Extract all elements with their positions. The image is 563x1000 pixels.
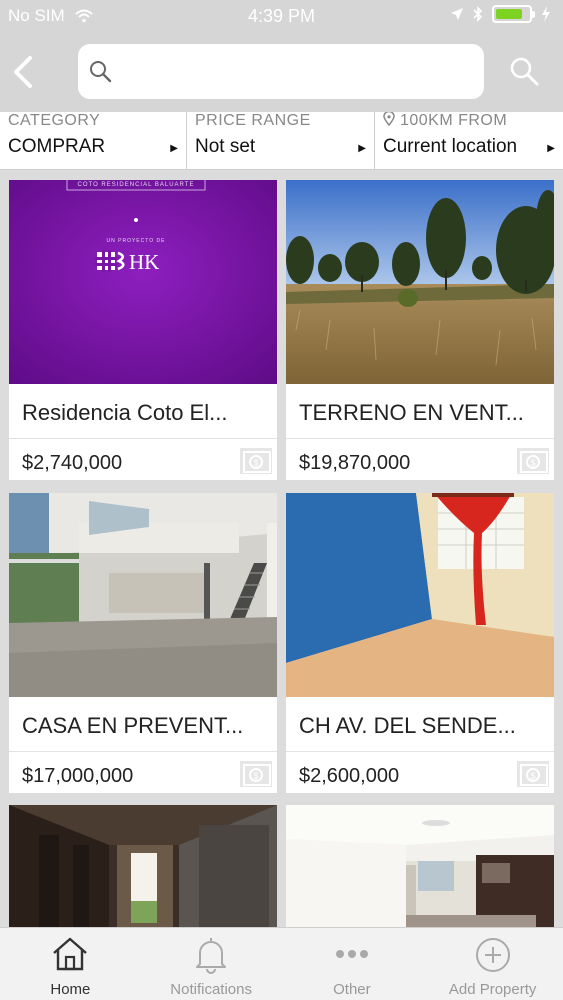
price-range-filter-label: PRICE RANGE: [195, 112, 311, 129]
search-input[interactable]: [122, 44, 472, 99]
distance-filter-label: 100KM FROM: [383, 110, 508, 130]
tab-other-label: Other: [333, 981, 371, 998]
listing-card[interactable]: [286, 805, 554, 927]
category-filter-value: COMPRAR: [8, 136, 106, 157]
distance-filter-value: Current location: [383, 136, 518, 157]
distance-filter-label-text: 100KM FROM: [399, 112, 508, 129]
listing-photo: [9, 493, 277, 697]
listing-price: $19,870,000: [299, 452, 411, 474]
add-circle-icon: [475, 938, 510, 972]
brand-logo-icon: [95, 250, 125, 272]
divider: [9, 438, 277, 439]
battery-icon: [492, 5, 535, 23]
listing-photo: [286, 805, 554, 927]
location-pin-icon: [383, 110, 395, 127]
listing-card[interactable]: CASA EN PREVENT... $17,000,000 $: [9, 493, 277, 793]
tab-add-property-label: Add Property: [448, 981, 537, 998]
listing-photo: [286, 493, 554, 697]
svg-text:$: $: [530, 458, 535, 468]
listing-card[interactable]: TERRENO EN VENT... $19,870,000 $: [286, 180, 554, 480]
svg-text:$: $: [530, 771, 535, 781]
tab-add-property[interactable]: Add Property: [422, 928, 563, 1000]
listing-photo: [9, 805, 277, 927]
svg-text:$: $: [253, 771, 258, 781]
promo-small-text: UN PROYECTO DE: [107, 238, 166, 244]
promo-top-text: COTO RESIDENCIAL BALUARTE: [78, 182, 195, 188]
status-bar: No SIM 4:39 PM: [0, 0, 563, 32]
search-button-icon[interactable]: [508, 55, 540, 87]
search-icon: [90, 61, 112, 83]
search-field[interactable]: [78, 44, 484, 99]
tab-notifications-label: Notifications: [170, 981, 252, 998]
bluetooth-icon: [473, 6, 483, 22]
price-range-filter-value: Not set: [195, 136, 256, 157]
listing-price: $2,600,000: [299, 765, 400, 787]
money-bill-icon: $: [240, 448, 272, 474]
home-icon: [53, 937, 88, 971]
category-filter-label: CATEGORY: [8, 112, 101, 129]
listing-title: CH AV. DEL SENDE...: [299, 713, 516, 738]
status-icons: [450, 5, 551, 23]
charging-icon: [542, 6, 550, 22]
listing-card[interactable]: CH AV. DEL SENDE... $2,600,000 $: [286, 493, 554, 793]
tab-home-label: Home: [50, 981, 91, 998]
filter-bar: CATEGORY COMPRAR ▶ PRICE RANGE Not set ▶…: [0, 110, 563, 170]
dropdown-triangle-icon: ▶: [170, 143, 178, 154]
listings-grid: COTO RESIDENCIAL BALUARTE UN PROYECTO DE…: [0, 170, 563, 927]
listing-title: Residencia Coto El...: [22, 400, 228, 425]
money-bill-icon: $: [517, 448, 549, 474]
divider: [286, 751, 554, 752]
tab-other[interactable]: Other: [282, 928, 423, 1000]
header: No SIM 4:39 PM: [0, 0, 563, 112]
back-chevron-icon[interactable]: [8, 52, 40, 92]
dropdown-triangle-icon: ▶: [358, 143, 366, 154]
tab-notifications[interactable]: Notifications: [141, 928, 282, 1000]
listing-price: $17,000,000: [22, 765, 134, 787]
svg-text:$: $: [253, 458, 258, 468]
price-range-filter[interactable]: PRICE RANGE Not set ▶: [187, 112, 375, 170]
money-bill-icon: $: [240, 761, 272, 787]
tab-home[interactable]: Home: [0, 928, 141, 1000]
dropdown-triangle-icon: ▶: [547, 143, 555, 154]
more-icon: [335, 950, 368, 958]
tab-bar: Home Notifications Other Add Property: [0, 927, 563, 1000]
brand-logo-text: HK: [129, 250, 159, 274]
listing-price: $2,740,000: [22, 452, 123, 474]
listing-card[interactable]: COTO RESIDENCIAL BALUARTE UN PROYECTO DE…: [9, 180, 277, 480]
listing-photo: [286, 180, 554, 384]
listing-photo: COTO RESIDENCIAL BALUARTE UN PROYECTO DE…: [9, 180, 277, 384]
divider: [286, 438, 554, 439]
location-arrow-icon: [451, 8, 463, 20]
category-filter[interactable]: CATEGORY COMPRAR ▶: [0, 112, 187, 170]
listing-title: TERRENO EN VENT...: [299, 400, 524, 425]
listing-title: CASA EN PREVENT...: [22, 713, 244, 738]
distance-filter[interactable]: 100KM FROM Current location ▶: [375, 110, 563, 170]
bell-icon: [196, 938, 227, 974]
divider: [9, 751, 277, 752]
money-bill-icon: $: [517, 761, 549, 787]
listing-card[interactable]: [9, 805, 277, 927]
